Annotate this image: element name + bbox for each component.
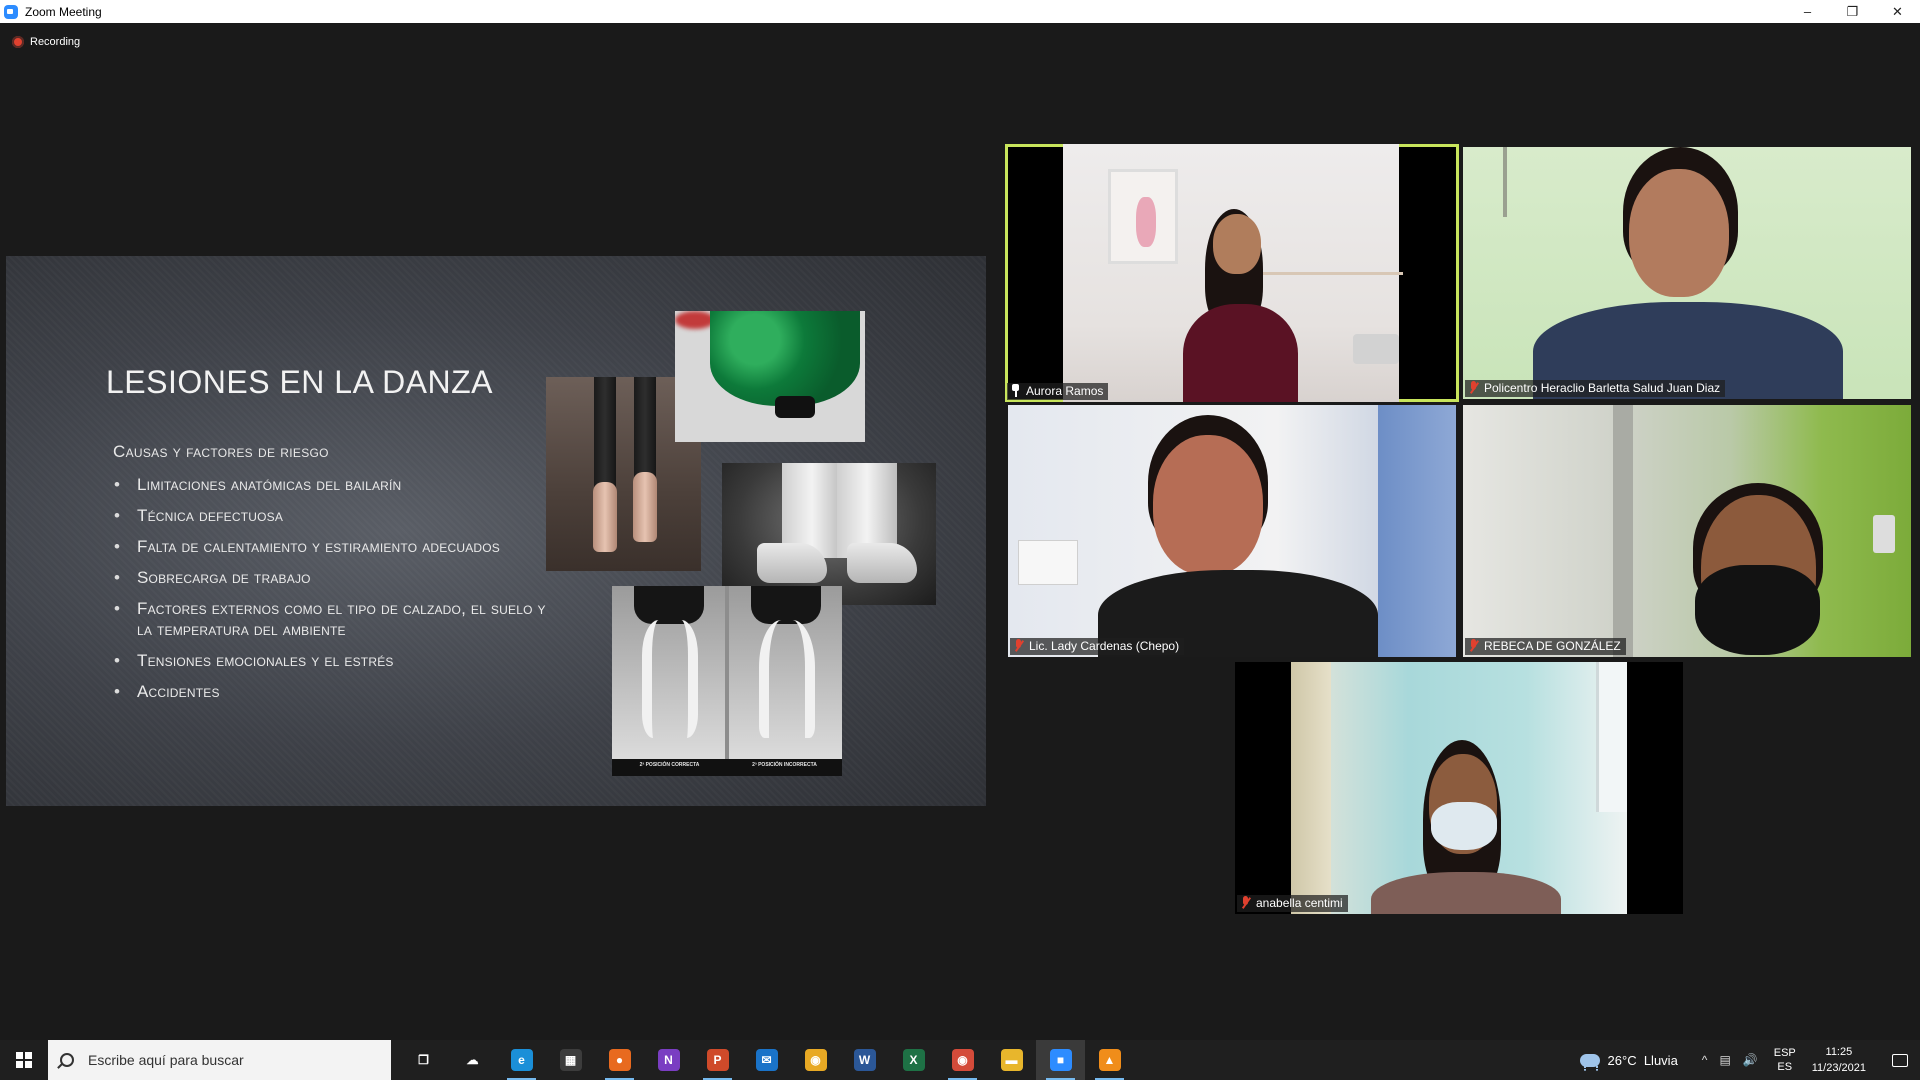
taskbar-app-icons: ❐ ☁ e ▦ ● N P ✉ ◉ W X ◉ ▬ ■ ▲ [399,1040,1134,1080]
slide-bullet: • Accidentes [114,682,220,701]
taskbar-app-task-view[interactable]: ❐ [399,1040,448,1080]
slide-bullet-list: • Limitaciones anatómicas del bailarín • T… [114,474,554,712]
minimize-button[interactable]: – [1785,0,1830,23]
recording-indicator[interactable]: Recording [12,36,80,48]
windows-logo-icon [16,1052,32,1068]
participant-name: Aurora Ramos [1026,384,1104,398]
chrome-profile-icon: ◉ [951,1049,974,1071]
taskbar-app-mail[interactable]: ✉ [742,1040,791,1080]
participant-name-bar: Policentro Heraclio Barletta Salud Juan … [1465,380,1726,397]
mic-muted-icon [1240,896,1252,910]
notification-icon [1892,1053,1908,1067]
participant-name: anabella centimi [1256,896,1343,910]
ballet-slippers-photo [722,463,936,605]
taskbar-app-file-explorer[interactable]: ▬ [987,1040,1036,1080]
taskbar-app-word[interactable]: W [840,1040,889,1080]
file-explorer-icon: ▬ [1000,1049,1023,1071]
shared-screen-slide: LESIONES EN LA DANZA Causas y factores d… [6,256,986,806]
onenote-icon: N [657,1049,680,1071]
window-title-bar: Zoom Meeting – ❐ ✕ [0,0,1920,23]
taskbar-clock[interactable]: 11:25 11/23/2021 [1812,1044,1866,1076]
video-tile-aurora-ramos[interactable]: Aurora Ramos [1005,144,1459,402]
video-tile-rebeca-de-gonzalez[interactable]: REBECA DE GONZÁLEZ [1463,405,1911,657]
mic-muted-icon [1468,381,1480,395]
start-button[interactable] [0,1040,48,1080]
taskbar-app-powerpoint[interactable]: P [693,1040,742,1080]
recording-dot-icon [12,36,24,48]
participant-name: Lic. Lady Cardenas (Chepo) [1029,639,1180,653]
weather-temp: 26°C [1607,1052,1637,1068]
mic-muted-icon [1468,639,1480,653]
clock-date: 11/23/2021 [1811,1062,1866,1074]
window-controls: – ❐ ✕ [1785,0,1920,23]
video-tile-policentro[interactable]: Policentro Heraclio Barletta Salud Juan … [1463,147,1911,399]
network-icon[interactable]: ▤ [1719,1053,1730,1067]
rain-cloud-icon [1579,1053,1600,1071]
restore-button[interactable]: ❐ [1830,0,1875,23]
notifications-button[interactable] [1880,1040,1920,1080]
edge-icon: e [510,1049,533,1071]
taskbar-app-weather-news[interactable]: ☁ [448,1040,497,1080]
input-language-indicator[interactable]: ESP ES [1774,1046,1796,1074]
slide-bullet: • Tensiones emocionales y el estrés [114,651,394,670]
window-title: Zoom Meeting [25,4,102,19]
store-icon: ▦ [559,1049,582,1071]
taskbar-app-onenote[interactable]: N [644,1040,693,1080]
vlc-icon: ▲ [1098,1049,1121,1071]
close-button[interactable]: ✕ [1875,0,1920,23]
taskbar-app-edge[interactable]: e [497,1040,546,1080]
slide-bullet: • Limitaciones anatómicas del bailarín [114,475,402,494]
word-icon: W [853,1049,876,1071]
slide-title: LESIONES EN LA DANZA [106,364,494,400]
clock-time: 11:25 [1825,1046,1853,1058]
second-position-comparison-photo: 2ª POSICIÓN CORRECTA 2ª POSICIÓN INCORRE… [612,586,842,776]
flamenco-dress-photo [675,311,865,442]
wall-painting [1108,169,1178,264]
system-tray: 26°C Lluvia ^ ▤ 🔊 ESP ES 11:25 11/23/202… [1579,1040,1920,1080]
task-view-icon: ❐ [418,1053,429,1067]
participant-name-bar: REBECA DE GONZÁLEZ [1465,638,1626,655]
taskbar-app-excel[interactable]: X [889,1040,938,1080]
taskbar-app-chrome[interactable]: ◉ [791,1040,840,1080]
weather-condition: Lluvia [1643,1052,1678,1068]
taskbar-app-store[interactable]: ▦ [546,1040,595,1080]
slide-bullet: • Técnica defectuosa [114,506,284,525]
video-tile-anabella-centimi[interactable]: anabella centimi [1235,662,1683,914]
slide-bullet: • Sobrecarga de trabajo [114,568,311,587]
taskbar-app-firefox[interactable]: ● [595,1040,644,1080]
windows-taskbar: Escribe aquí para buscar ❐ ☁ e ▦ ● N P ✉ ◉ W X ◉ ▬ ■ ▲… [0,1040,1920,1080]
participant-name-bar: anabella centimi [1237,895,1348,912]
participant-name: Policentro Heraclio Barletta Salud Juan … [1484,381,1721,395]
search-icon [60,1053,74,1067]
taskbar-app-chrome-profile[interactable]: ◉ [938,1040,987,1080]
photo-caption: 2ª POSICIÓN INCORRECTA [752,762,817,768]
weather-news-icon: ☁ [466,1053,479,1067]
show-hidden-icons-button[interactable]: ^ [1702,1053,1708,1067]
slide-bullet: • Factores externos como el tipo de calza… [114,599,546,639]
taskbar-app-vlc[interactable]: ▲ [1085,1040,1134,1080]
weather-widget[interactable]: 26°C Lluvia [1579,1052,1678,1071]
excel-icon: X [902,1049,925,1071]
powerpoint-icon: P [706,1049,729,1071]
pin-icon [1010,384,1022,398]
chrome-icon: ◉ [804,1049,827,1071]
zoom-icon: ■ [1049,1049,1072,1071]
recording-label: Recording [30,36,81,48]
photo-caption: 2ª POSICIÓN CORRECTA [639,762,700,768]
taskbar-app-zoom[interactable]: ■ [1036,1040,1085,1080]
zoom-app-icon [4,4,18,19]
slide-subtitle: Causas y factores de riesgo [113,442,329,461]
slide-bullet: • Falta de calentamiento y estiramiento a… [114,537,501,556]
mic-muted-icon [1013,639,1025,653]
taskbar-search-box[interactable]: Escribe aquí para buscar [48,1040,391,1080]
participant-name-bar: Aurora Ramos [1007,383,1109,400]
firefox-icon: ● [608,1049,631,1071]
mail-icon: ✉ [755,1049,778,1071]
search-placeholder: Escribe aquí para buscar [88,1052,244,1068]
participant-name-bar: Lic. Lady Cardenas (Chepo) [1010,638,1185,655]
volume-icon[interactable]: 🔊 [1743,1053,1758,1067]
participant-name: REBECA DE GONZÁLEZ [1484,639,1621,653]
video-tile-lady-cardenas[interactable]: Lic. Lady Cardenas (Chepo) [1008,405,1456,657]
